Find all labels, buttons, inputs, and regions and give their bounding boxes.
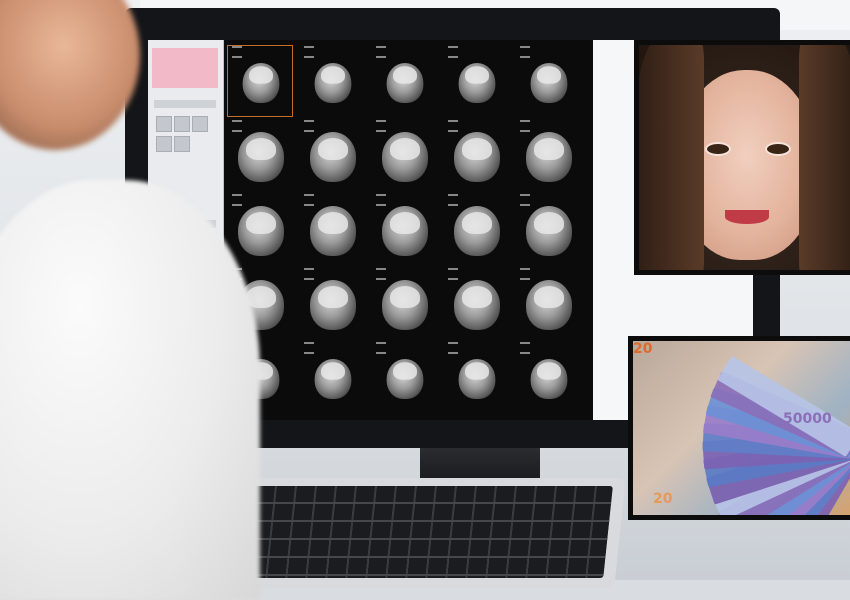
brain-region (537, 362, 561, 380)
brain-region (537, 66, 561, 84)
brain-region (390, 286, 420, 308)
mri-scan-tile[interactable] (444, 268, 508, 338)
brain-region (390, 212, 420, 234)
mri-scan-tile[interactable] (300, 194, 364, 264)
background-scene: 20 50000 20 (0, 0, 850, 600)
mri-scan-tile[interactable] (228, 194, 292, 264)
scan-label-mark (304, 194, 314, 206)
scan-label-mark (448, 120, 458, 132)
scan-label-mark (448, 268, 458, 280)
brain-region (465, 362, 489, 380)
banknote-denomination: 20 (653, 491, 673, 507)
scan-label-mark (520, 46, 530, 58)
mri-scan-tile[interactable] (444, 342, 508, 412)
mri-scan-tile[interactable] (300, 268, 364, 338)
mri-scan-tile[interactable] (444, 46, 508, 116)
mri-scan-tile[interactable] (300, 342, 364, 412)
scan-label-mark (376, 46, 386, 58)
left-eye (705, 142, 731, 156)
tool-button[interactable] (174, 116, 190, 132)
banknotes-photo: 20 50000 20 (633, 341, 850, 515)
brain-region (462, 286, 492, 308)
brain-region (318, 286, 348, 308)
brain-region (318, 138, 348, 160)
scan-label-mark (448, 194, 458, 206)
scan-label-mark (232, 194, 242, 206)
person-head (0, 0, 140, 150)
mri-scan-tile[interactable] (516, 268, 580, 338)
scan-label-mark (448, 46, 458, 58)
brain-region (534, 138, 564, 160)
scan-label-mark (376, 194, 386, 206)
brain-region (246, 212, 276, 234)
mri-scan-tile[interactable] (516, 120, 580, 190)
mri-scan-tile[interactable] (516, 46, 580, 116)
brain-region (462, 212, 492, 234)
brain-region (465, 66, 489, 84)
hair-left (639, 45, 704, 270)
brain-region (462, 138, 492, 160)
mri-scan-tile[interactable] (444, 120, 508, 190)
money-inset: 20 50000 20 (628, 336, 850, 520)
portrait-inset (634, 40, 850, 275)
scan-label-mark (376, 120, 386, 132)
panel-row (154, 100, 216, 108)
scan-label-mark (232, 46, 242, 58)
scan-label-mark (376, 268, 386, 280)
brain-region (393, 362, 417, 380)
brain-region (246, 138, 276, 160)
brain-region (534, 286, 564, 308)
brain-region (393, 66, 417, 84)
banknote-denomination: 20 (633, 341, 653, 357)
mri-scan-tile[interactable] (444, 194, 508, 264)
mri-scan-tile[interactable] (227, 45, 293, 117)
tool-button[interactable] (156, 116, 172, 132)
mri-scan-grid (227, 45, 588, 416)
brain-region (321, 362, 345, 380)
brain-region (249, 66, 273, 84)
mri-scan-tile[interactable] (372, 268, 436, 338)
mri-scan-tile[interactable] (300, 46, 364, 116)
keyboard-keys (207, 486, 613, 578)
mri-scan-tile[interactable] (228, 120, 292, 190)
person-shirt (0, 180, 260, 600)
scan-label-mark (304, 268, 314, 280)
brain-region (534, 212, 564, 234)
scan-label-mark (232, 120, 242, 132)
scan-label-mark (448, 342, 458, 354)
banknote-denomination: 50000 (783, 411, 832, 427)
brain-region (318, 212, 348, 234)
scan-label-mark (304, 120, 314, 132)
brain-region (390, 138, 420, 160)
scan-label-mark (304, 46, 314, 58)
scan-label-mark (520, 120, 530, 132)
mri-scan-tile[interactable] (372, 120, 436, 190)
mri-scan-tile[interactable] (300, 120, 364, 190)
hair-right (799, 45, 850, 270)
tool-button[interactable] (192, 116, 208, 132)
tool-button[interactable] (174, 136, 190, 152)
scan-label-mark (304, 342, 314, 354)
tool-button[interactable] (156, 136, 172, 152)
mri-scan-tile[interactable] (372, 194, 436, 264)
scan-label-mark (520, 194, 530, 206)
scan-label-mark (376, 342, 386, 354)
scan-label-mark (520, 342, 530, 354)
mri-scan-tile[interactable] (372, 46, 436, 116)
scan-label-mark (520, 268, 530, 280)
mri-scan-tile[interactable] (516, 342, 580, 412)
lips (725, 210, 769, 224)
patient-info-header (152, 48, 218, 88)
mri-scan-tile[interactable] (516, 194, 580, 264)
mri-scan-tile[interactable] (372, 342, 436, 412)
portrait-photo (639, 45, 850, 270)
right-eye (765, 142, 791, 156)
brain-region (321, 66, 345, 84)
